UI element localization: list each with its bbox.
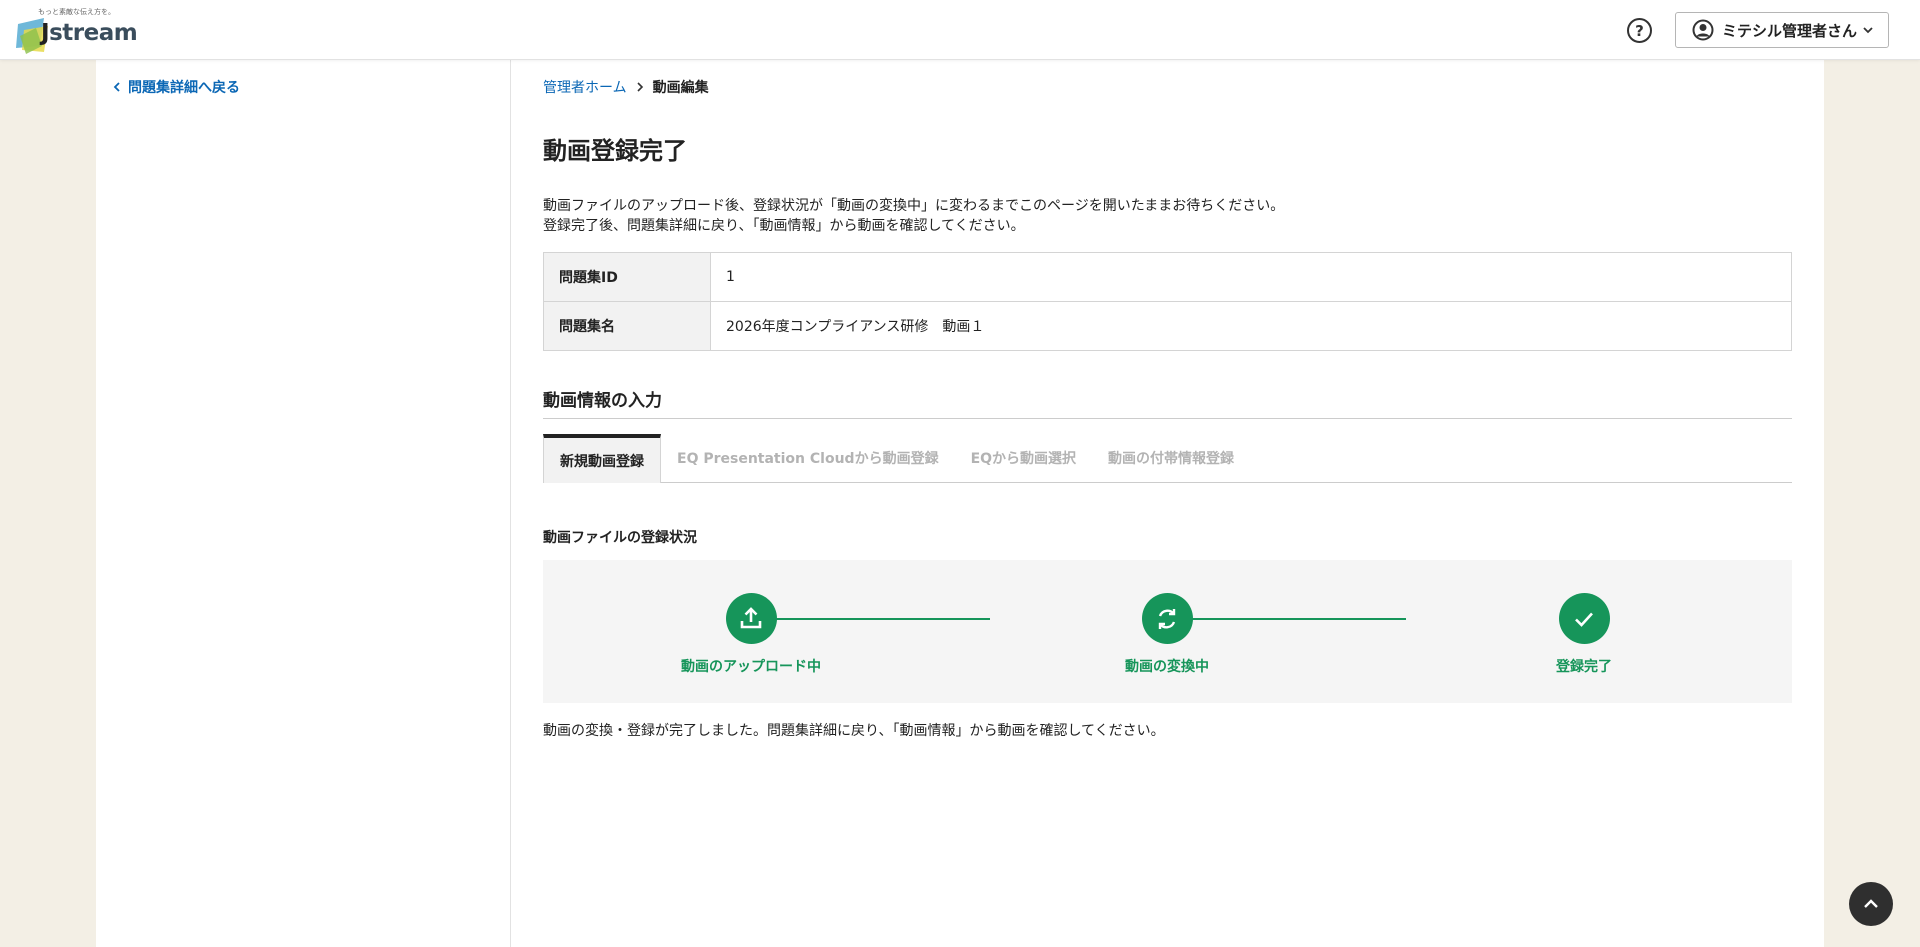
step-circle [1558, 593, 1610, 644]
section-title: 動画情報の入力 [543, 386, 1792, 419]
completion-message: 動画の変換・登録が完了しました。問題集詳細に戻り、「動画情報」から動画を確認して… [543, 723, 1165, 739]
question-set-info-table: 問題集ID 1 問題集名 2026年度コンプライアンス研修 動画１ [543, 252, 1792, 351]
check-icon [1575, 612, 1593, 627]
back-to-question-set-link[interactable]: 問題集詳細へ戻る [112, 77, 240, 97]
video-registration-tabs: 新規動画登録 EQ Presentation Cloudから動画登録 EQから動… [543, 434, 1792, 483]
breadcrumb: 管理者ホーム 動画編集 [543, 77, 709, 97]
chevron-right-icon [637, 82, 643, 92]
upload-icon [740, 606, 762, 628]
step-upload: 動画のアップロード中 [671, 593, 831, 676]
step-complete: 登録完了 [1504, 593, 1664, 676]
tab-supplementary-info[interactable]: 動画の付帯情報登録 [1092, 434, 1250, 482]
back-link-label: 問題集詳細へ戻る [128, 80, 240, 96]
registration-status-stepper: 動画のアップロード中 動画の変換中 登録完了 [543, 560, 1792, 703]
breadcrumb-current: 動画編集 [652, 80, 709, 96]
main-panel: 管理者ホーム 動画編集 動画登録完了 動画ファイルのアップロード後、登録状況が「… [511, 60, 1824, 947]
table-header-cell: 問題集ID [543, 252, 711, 302]
table-cell: 2026年度コンプライアンス研修 動画１ [710, 301, 1792, 351]
tab-eq-presentation-cloud[interactable]: EQ Presentation Cloudから動画登録 [661, 434, 955, 482]
user-menu-button[interactable]: ミテシル管理者さん [1675, 12, 1889, 48]
breadcrumb-home-link[interactable]: 管理者ホーム [543, 77, 627, 97]
page-description: 動画ファイルのアップロード後、登録状況が「動画の変換中」に変わるまでこのページを… [543, 196, 1284, 236]
logo-wordmark: Jstream [41, 20, 138, 46]
step-label: 動画の変換中 [1125, 659, 1209, 675]
chevron-down-icon [1863, 27, 1873, 34]
page-title: 動画登録完了 [543, 137, 687, 165]
tab-eq-select[interactable]: EQから動画選択 [955, 434, 1092, 482]
chevron-left-icon [113, 82, 120, 92]
jstream-logo[interactable]: もっと素敵な伝え方を。 Jstream [14, 6, 138, 54]
user-avatar-icon [1692, 19, 1714, 41]
top-header: もっと素敵な伝え方を。 Jstream ? ミテシル管理者さん [0, 0, 1920, 60]
table-cell: 1 [710, 252, 1792, 302]
chevron-up-icon [1864, 899, 1878, 908]
user-name: ミテシル管理者さん [1722, 21, 1858, 40]
scroll-to-top-button[interactable] [1849, 882, 1893, 926]
status-label: 動画ファイルの登録状況 [543, 530, 697, 546]
tab-new-video[interactable]: 新規動画登録 [543, 434, 661, 483]
description-line-1: 動画ファイルのアップロード後、登録状況が「動画の変換中」に変わるまでこのページを… [543, 198, 1285, 214]
step-circle [725, 593, 777, 644]
table-header-cell: 問題集名 [543, 301, 711, 351]
step-label: 動画のアップロード中 [681, 659, 821, 675]
step-converting: 動画の変換中 [1087, 593, 1247, 676]
help-button[interactable]: ? [1627, 18, 1652, 43]
table-row: 問題集ID 1 [543, 252, 1792, 302]
table-row: 問題集名 2026年度コンプライアンス研修 動画１ [543, 301, 1792, 351]
description-line-2: 登録完了後、問題集詳細に戻り、「動画情報」から動画を確認してください。 [543, 218, 1025, 234]
left-sidebar: 問題集詳細へ戻る [96, 60, 511, 947]
step-label: 登録完了 [1556, 659, 1612, 675]
refresh-icon [1158, 608, 1176, 629]
step-circle [1141, 593, 1193, 644]
question-circle-icon: ? [1635, 21, 1644, 40]
